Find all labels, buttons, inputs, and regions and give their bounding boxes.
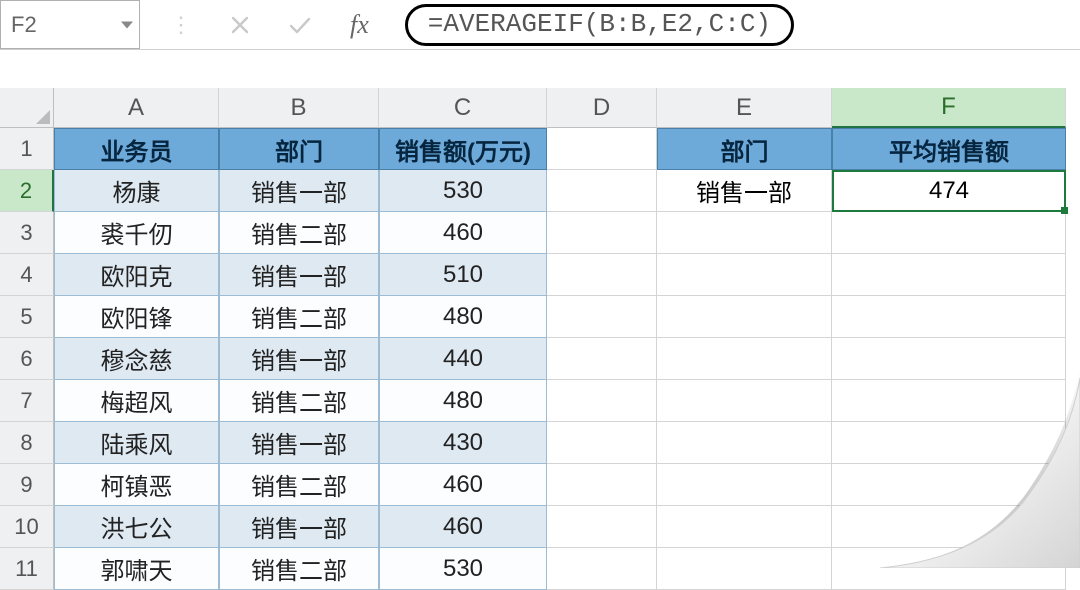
cell-B3[interactable]: 销售二部 (219, 212, 379, 254)
cell-F4[interactable] (832, 254, 1066, 296)
row-header-3[interactable]: 3 (0, 212, 54, 254)
cell-D6[interactable] (547, 338, 657, 380)
name-box-dropdown-icon[interactable] (121, 21, 133, 28)
cell-D4[interactable] (547, 254, 657, 296)
cell-D11[interactable] (547, 548, 657, 590)
row-header-2[interactable]: 2 (0, 170, 54, 212)
col-header-D[interactable]: D (547, 88, 657, 128)
spacer (0, 50, 1080, 88)
cell-A1[interactable]: 业务员 (54, 128, 219, 170)
cell-E10[interactable] (657, 506, 832, 548)
cell-E1[interactable]: 部门 (657, 128, 832, 170)
row-header-5[interactable]: 5 (0, 296, 54, 338)
cell-E7[interactable] (657, 380, 832, 422)
cell-E11[interactable] (657, 548, 832, 590)
cell-B1[interactable]: 部门 (219, 128, 379, 170)
cell-C3[interactable]: 460 (379, 212, 547, 254)
row-header-10[interactable]: 10 (0, 506, 54, 548)
cell-B9[interactable]: 销售二部 (219, 464, 379, 506)
cell-A8[interactable]: 陆乘风 (54, 422, 219, 464)
cell-A11[interactable]: 郭啸天 (54, 548, 219, 590)
cell-B2[interactable]: 销售一部 (219, 170, 379, 212)
cell-D7[interactable] (547, 380, 657, 422)
cell-A2[interactable]: 杨康 (54, 170, 219, 212)
cell-A5[interactable]: 欧阳锋 (54, 296, 219, 338)
cell-F9[interactable] (832, 464, 1066, 506)
cell-C8[interactable]: 430 (379, 422, 547, 464)
cell-D5[interactable] (547, 296, 657, 338)
col-header-A[interactable]: A (54, 88, 219, 128)
row-header-9[interactable]: 9 (0, 464, 54, 506)
col-header-C[interactable]: C (379, 88, 547, 128)
cell-E9[interactable] (657, 464, 832, 506)
cell-A4[interactable]: 欧阳克 (54, 254, 219, 296)
cell-E4[interactable] (657, 254, 832, 296)
cell-F6[interactable] (832, 338, 1066, 380)
cell-D9[interactable] (547, 464, 657, 506)
row-header-8[interactable]: 8 (0, 422, 54, 464)
cell-F2[interactable]: 474 (832, 170, 1066, 212)
name-box-text: F2 (11, 12, 37, 38)
formula-input-wrap[interactable]: =AVERAGEIF(B:B,E2,C:C) (399, 0, 1080, 49)
cell-A3[interactable]: 裘千仞 (54, 212, 219, 254)
cell-A6[interactable]: 穆念慈 (54, 338, 219, 380)
cell-C9[interactable]: 460 (379, 464, 547, 506)
cell-B4[interactable]: 销售一部 (219, 254, 379, 296)
row-header-4[interactable]: 4 (0, 254, 54, 296)
cell-D10[interactable] (547, 506, 657, 548)
cell-B10[interactable]: 销售一部 (219, 506, 379, 548)
row-header-7[interactable]: 7 (0, 380, 54, 422)
cell-B6[interactable]: 销售一部 (219, 338, 379, 380)
cell-C11[interactable]: 530 (379, 548, 547, 590)
cell-C1[interactable]: 销售额(万元) (379, 128, 547, 170)
spreadsheet-grid: A B C D E F 1 业务员 部门 销售额(万元) 部门 平均销售额 2 … (0, 88, 1080, 590)
separator-icon: ⋮ (170, 12, 192, 38)
cell-F10[interactable] (832, 506, 1066, 548)
cell-E5[interactable] (657, 296, 832, 338)
cell-B8[interactable]: 销售一部 (219, 422, 379, 464)
cell-E2[interactable]: 销售一部 (657, 170, 832, 212)
fx-icon[interactable]: fx (350, 10, 369, 40)
formula-input[interactable]: =AVERAGEIF(B:B,E2,C:C) (405, 4, 794, 46)
cell-F1[interactable]: 平均销售额 (832, 128, 1066, 170)
col-header-E[interactable]: E (657, 88, 832, 128)
cell-A10[interactable]: 洪七公 (54, 506, 219, 548)
cell-E3[interactable] (657, 212, 832, 254)
cell-F7[interactable] (832, 380, 1066, 422)
cell-A7[interactable]: 梅超风 (54, 380, 219, 422)
enter-icon[interactable] (288, 15, 312, 35)
cell-B11[interactable]: 销售二部 (219, 548, 379, 590)
cell-D1[interactable] (547, 128, 657, 170)
cell-A9[interactable]: 柯镇恶 (54, 464, 219, 506)
cell-D3[interactable] (547, 212, 657, 254)
cell-C7[interactable]: 480 (379, 380, 547, 422)
row-header-11[interactable]: 11 (0, 548, 54, 590)
cancel-icon[interactable] (230, 15, 250, 35)
cell-C6[interactable]: 440 (379, 338, 547, 380)
cell-E8[interactable] (657, 422, 832, 464)
col-header-F[interactable]: F (832, 88, 1066, 128)
cell-B7[interactable]: 销售二部 (219, 380, 379, 422)
cell-C2[interactable]: 530 (379, 170, 547, 212)
cell-C4[interactable]: 510 (379, 254, 547, 296)
cell-D2[interactable] (547, 170, 657, 212)
cell-F11[interactable] (832, 548, 1066, 590)
cell-F8[interactable] (832, 422, 1066, 464)
row-header-1[interactable]: 1 (0, 128, 54, 170)
cell-F3[interactable] (832, 212, 1066, 254)
name-box[interactable]: F2 (0, 0, 140, 49)
select-all-corner[interactable] (0, 88, 54, 128)
cell-E6[interactable] (657, 338, 832, 380)
row-header-6[interactable]: 6 (0, 338, 54, 380)
cell-D8[interactable] (547, 422, 657, 464)
formula-bar: F2 ⋮ fx =AVERAGEIF(B:B,E2,C:C) (0, 0, 1080, 50)
cell-B5[interactable]: 销售二部 (219, 296, 379, 338)
cell-C10[interactable]: 460 (379, 506, 547, 548)
formula-controls: ⋮ fx (140, 0, 399, 49)
col-header-B[interactable]: B (219, 88, 379, 128)
cell-C5[interactable]: 480 (379, 296, 547, 338)
cell-F5[interactable] (832, 296, 1066, 338)
